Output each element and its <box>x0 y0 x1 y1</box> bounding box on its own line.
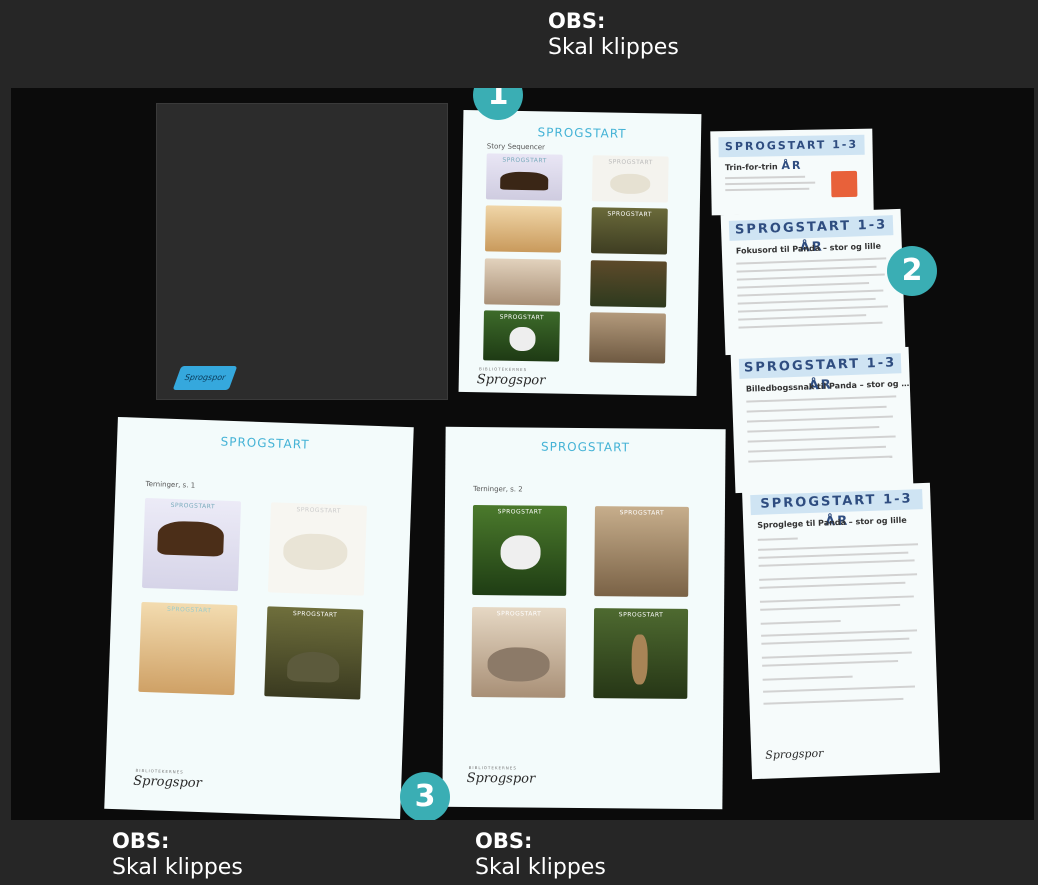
note-subtitle: Skal klippes <box>475 855 606 881</box>
tile-rhino: SPROGSTART <box>471 607 567 698</box>
sheet-story-sequencer: SPROGSTART Story Sequencer SPROGSTART SP… <box>458 109 702 397</box>
tile-panda: SPROGSTART <box>472 505 567 596</box>
tile-label: SPROGSTART <box>497 508 543 516</box>
card-title: Trin-for-trin <box>724 162 778 173</box>
badge-2: 2 <box>887 246 937 296</box>
tile-cheetah: SPROGSTART <box>138 601 238 696</box>
note-subtitle: Skal klippes <box>112 855 243 881</box>
tile-tortoise: SPROGSTART <box>264 606 364 700</box>
brand: Sprogspor <box>132 773 203 792</box>
tile-label: SPROGSTART <box>296 506 342 515</box>
sheet-header: SPROGSTART <box>220 434 310 452</box>
note-bottom-left: OBS: Skal klippes <box>112 828 243 882</box>
folder-logo: Sprogspor <box>172 366 238 390</box>
tile-label: SPROGSTART <box>618 611 664 619</box>
note-bottom-right: OBS: Skal klippes <box>475 828 606 882</box>
brand: Sprogspor <box>466 770 536 787</box>
tile-panda: SPROGSTART <box>483 310 560 362</box>
brand-small: BIBLIOTEKERNES <box>468 764 517 771</box>
tile-meerkat <box>590 260 667 308</box>
tile-label: SPROGSTART <box>496 610 542 618</box>
tile-bird: SPROGSTART <box>594 506 689 597</box>
note-title: OBS: <box>548 9 606 33</box>
tile-cheetah <box>485 205 562 253</box>
note-title: OBS: <box>475 829 533 853</box>
sheet-terninger-2: SPROGSTART Terninger, s. 2 SPROGSTART SP… <box>442 426 726 810</box>
tile-bird <box>589 312 666 364</box>
card-fokusord: SPROGSTART 1-3 ÅR Fokusord til Panda – s… <box>720 208 906 356</box>
sheet-header: SPROGSTART <box>537 125 627 141</box>
brand: Sprogspor <box>476 372 546 389</box>
card-sproglege: SPROGSTART 1-3 ÅR Sproglege til Panda – … <box>741 482 941 780</box>
tile-label: SPROGSTART <box>607 210 652 219</box>
tile-meerkat: SPROGSTART <box>593 608 689 699</box>
card-band: SPROGSTART 1-3 ÅR <box>718 134 865 172</box>
card-band: SPROGSTART 1-3 ÅR <box>738 353 902 393</box>
tile-bat: SPROGSTART <box>141 497 242 592</box>
card-trin-for-trin: SPROGSTART 1-3 ÅR Trin-for-trin <box>710 128 874 216</box>
badge-3: 3 <box>400 772 450 820</box>
sheet-subtitle: Terninger, s. 1 <box>145 479 196 490</box>
panda-book-thumbnail <box>830 170 858 198</box>
tile-polar-bear: SPROGSTART <box>591 155 669 203</box>
tile-polar-bear: SPROGSTART <box>267 502 367 596</box>
card-band: SPROGSTART 1-3 ÅR <box>728 215 894 255</box>
note-top: OBS: Skal klippes <box>548 8 679 62</box>
photo: Sprogspor SPROGSTART Story Sequencer SPR… <box>11 88 1034 820</box>
brand-small: BIBLIOTEKERNES <box>478 366 528 373</box>
tile-label: SPROGSTART <box>499 313 545 322</box>
tile-label: SPROGSTART <box>170 501 216 511</box>
note-title: OBS: <box>112 829 170 853</box>
tile-label: SPROGSTART <box>619 509 665 517</box>
sheet-subtitle: Terninger, s. 2 <box>473 485 523 494</box>
sheet-header: SPROGSTART <box>540 439 631 455</box>
tile-bat: SPROGSTART <box>485 153 563 201</box>
card-band: SPROGSTART 1-3 ÅR <box>750 489 923 529</box>
tile-label: SPROGSTART <box>608 158 653 167</box>
sheet-subtitle: Story Sequencer <box>486 142 546 152</box>
tile-label: SPROGSTART <box>502 156 547 165</box>
tile-tortoise: SPROGSTART <box>590 207 668 255</box>
tile-rhino <box>484 258 561 306</box>
folder: Sprogspor <box>156 103 448 400</box>
note-subtitle: Skal klippes <box>548 35 679 61</box>
sheet-terninger-1: SPROGSTART Terninger, s. 1 SPROGSTART SP… <box>104 416 414 820</box>
card-billedbogssnak: SPROGSTART 1-3 ÅR Billedbogssnak til Pan… <box>730 346 914 494</box>
tile-label: SPROGSTART <box>166 605 212 615</box>
brand: Sprogspor <box>765 746 824 762</box>
tile-label: SPROGSTART <box>292 610 338 619</box>
